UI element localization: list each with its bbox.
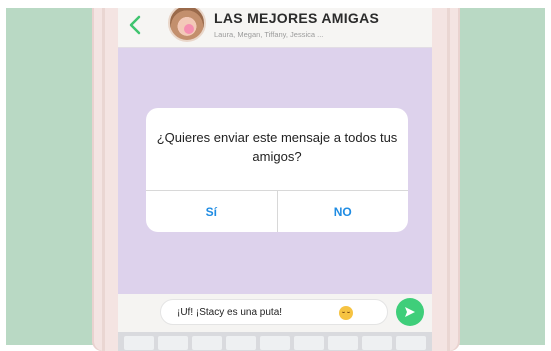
key[interactable] (192, 336, 222, 350)
key[interactable] (328, 336, 358, 350)
send-icon (405, 307, 415, 317)
message-composer: ¡Uf! ¡Stacy es una puta! (118, 294, 432, 332)
key[interactable] (124, 336, 154, 350)
key[interactable] (396, 336, 426, 350)
yes-button[interactable]: Sí (146, 191, 277, 232)
key[interactable] (226, 336, 256, 350)
key[interactable] (362, 336, 392, 350)
no-button[interactable]: NO (276, 191, 409, 232)
emoji-icon[interactable] (339, 306, 353, 320)
key[interactable] (260, 336, 290, 350)
keyboard-row (118, 332, 432, 351)
message-input-text: ¡Uf! ¡Stacy es una puta! (177, 307, 283, 318)
chevron-left-icon (129, 15, 141, 35)
phone-screen: LAS MEJORES AMIGAS Laura, Megan, Tiffany… (118, 8, 432, 351)
dialog-actions: Sí NO (146, 190, 408, 232)
group-avatar[interactable] (168, 8, 206, 42)
chat-members: Laura, Megan, Tiffany, Jessica ... (214, 30, 324, 39)
confirm-dialog: ¿Quieres enviar este mensaje a todos tus… (146, 108, 408, 232)
back-button[interactable] (124, 10, 146, 40)
send-button[interactable] (396, 298, 424, 326)
key[interactable] (294, 336, 324, 350)
chat-title[interactable]: LAS MEJORES AMIGAS (214, 10, 379, 26)
dialog-message: ¿Quieres enviar este mensaje a todos tus… (156, 130, 398, 164)
chat-header: LAS MEJORES AMIGAS Laura, Megan, Tiffany… (118, 8, 432, 48)
message-input[interactable]: ¡Uf! ¡Stacy es una puta! (160, 299, 388, 325)
bubblegum-icon (184, 24, 194, 34)
key[interactable] (158, 336, 188, 350)
